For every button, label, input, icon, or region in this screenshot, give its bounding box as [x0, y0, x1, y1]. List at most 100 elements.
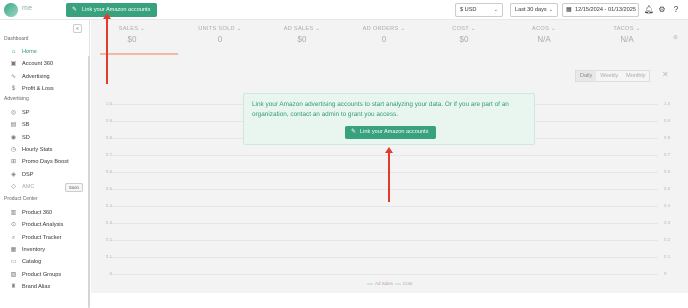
sidebar-section-dashboard: Dashboard: [4, 36, 29, 42]
kpi-active-underline: [100, 53, 178, 55]
bell-icon[interactable]: 🔔︎: [643, 4, 655, 16]
sidebar-item-label: SP: [22, 110, 30, 116]
y-tick-right: 0.8: [664, 135, 671, 140]
chevron-down-icon: ⌄: [548, 7, 553, 13]
sidebar-item-label: Product Groups: [22, 271, 62, 278]
kpi-tacos[interactable]: TACOS ⌄ N/A: [587, 26, 667, 44]
sidebar-item-product-analysis[interactable]: ⊙ Product Analysis: [9, 220, 87, 230]
kpi-label: SALES ⌄: [118, 26, 146, 32]
sidebar-item-inventory[interactable]: ▦ Inventory: [9, 245, 87, 255]
legend-item[interactable]: Cost: [393, 281, 412, 286]
kpi-label: AD ORDERS ⌄: [362, 26, 406, 32]
y-tick-right: 0.3: [664, 220, 671, 225]
kpi-label: TACOS ⌄: [613, 26, 641, 32]
kpi-value: N/A: [620, 35, 634, 44]
sidebar-item-profit-loss[interactable]: $ Profit & Loss: [9, 84, 87, 94]
close-icon[interactable]: ✕: [662, 70, 669, 79]
dollar-icon: $: [11, 85, 16, 92]
link-amazon-accounts-button[interactable]: ✎ Link your Amazon accounts: [66, 3, 157, 17]
kpi-acos[interactable]: ACOS ⌄ N/A: [504, 26, 584, 44]
home-icon: ⌂: [11, 49, 16, 55]
sidebar-item-home[interactable]: ⌂ Home: [9, 47, 87, 57]
account-icon: ▣: [10, 61, 17, 68]
date-picker[interactable]: ▦ 12/15/2024 - 01/13/2025: [562, 3, 639, 17]
sidebar-section-advertising: Advertising: [4, 96, 29, 102]
legend-swatch: [395, 282, 402, 285]
sidebar-item-label: Product 360: [22, 210, 53, 216]
kpi-ad-sales[interactable]: AD SALES ⌄ $0: [262, 26, 342, 44]
overlay-link-amazon-accounts-button[interactable]: ✎ Link your Amazon accounts: [345, 126, 436, 139]
sidebar-item-product-tracker[interactable]: ⌕ Product Tracker: [9, 233, 87, 243]
granularity-daily[interactable]: Daily: [576, 71, 597, 81]
grid-line: [110, 223, 658, 224]
y-tick-right: 0.9: [664, 118, 671, 123]
sidebar-scrollbar[interactable]: [88, 56, 90, 308]
chevron-down-icon: ⌄: [493, 7, 498, 13]
overlay-link-label: Link your Amazon accounts: [360, 129, 429, 135]
legend-item[interactable]: Ad Sales: [365, 281, 393, 286]
date-range-select[interactable]: Last 30 days ⌄: [510, 3, 558, 17]
trend-icon: ∿: [10, 73, 17, 80]
kpi-units-sold[interactable]: UNITS SOLD ⌄ 0: [180, 26, 260, 44]
app-logo[interactable]: [4, 3, 18, 17]
granularity-monthly[interactable]: Monthly: [622, 71, 649, 81]
annotation-arrow-center: [385, 147, 393, 202]
y-tick-left: 0.1: [105, 254, 112, 259]
kpi-value: N/A: [537, 35, 551, 44]
sidebar-item-dsp[interactable]: ◈ DSP: [9, 170, 87, 180]
add-metric-icon[interactable]: ⊕: [673, 34, 678, 41]
grid-line: [110, 257, 658, 258]
help-icon[interactable]: ?: [670, 4, 682, 16]
kpi-label: COST ⌄: [452, 26, 476, 32]
grid-line: [110, 274, 658, 275]
grid-line: [110, 172, 658, 173]
sidebar-item-label: Product Tracker: [22, 234, 62, 241]
kpi-label: AD SALES ⌄: [283, 26, 321, 32]
sidebar-item-catalog[interactable]: ▭ Catalog: [9, 257, 87, 267]
sidebar-item-label: Hourly Stats: [22, 146, 53, 153]
sidebar-item-product-groups[interactable]: ▧ Product Groups: [9, 270, 87, 280]
granularity-weekly[interactable]: Weekly: [596, 71, 622, 81]
sidebar-item-advertising[interactable]: ∿ Advertising: [9, 72, 87, 82]
link-icon: ✎: [72, 7, 78, 13]
grid-line: [110, 189, 658, 190]
sidebar-item-brand-alias[interactable]: ♜ Brand Alias: [9, 282, 87, 292]
clock-icon: ◷: [10, 146, 17, 153]
sidebar-item-account-360[interactable]: ▣ Account 360: [9, 59, 87, 69]
sidebar-item-product-360[interactable]: ▥ Product 360: [9, 208, 87, 218]
collapse-sidebar-button[interactable]: «: [73, 24, 82, 33]
kpi-label: UNITS SOLD ⌄: [198, 26, 242, 32]
sidebar-item-sd[interactable]: ◉ SD: [9, 133, 87, 143]
sp-icon: ◎: [10, 110, 17, 116]
sidebar-item-label: DSP: [22, 171, 34, 178]
y-tick-left: 0.5: [105, 186, 112, 191]
kpi-ad-orders[interactable]: AD ORDERS ⌄ 0: [344, 26, 424, 44]
sidebar-item-sb[interactable]: ▤ SB: [9, 120, 87, 130]
kpi-sales[interactable]: SALES ⌄ $0: [92, 26, 172, 44]
sidebar: « Dashboard ⌂ Home ▣ Account 360 ∿ Advertising…: [0, 20, 90, 308]
catalog-icon: ▭: [10, 259, 17, 266]
link-icon: ✎: [351, 129, 357, 135]
gear-icon[interactable]: ⚙: [656, 4, 668, 16]
sidebar-item-promo-days-boost[interactable]: ⊞ Promo Days Boost: [9, 157, 87, 167]
legend-label: Cost: [403, 281, 413, 286]
kpi-cost[interactable]: COST ⌄ $0: [424, 26, 504, 44]
kpi-value: 0: [381, 35, 387, 44]
sidebar-item-amc[interactable]: ◇ AMC Soon: [9, 182, 87, 192]
sidebar-item-hourly-stats[interactable]: ◷ Hourly Stats: [9, 145, 87, 155]
currency-value: $ USD: [460, 7, 477, 13]
y-tick-right: 0.6: [664, 169, 671, 174]
sidebar-item-label: Promo Days Boost: [22, 159, 69, 166]
inventory-icon: ▦: [10, 246, 17, 253]
y-tick-right: 0.5: [664, 186, 671, 191]
sidebar-item-label: Inventory: [22, 246, 46, 253]
link-amazon-accounts-label: Link your Amazon accounts: [82, 7, 151, 13]
kpi-label: ACOS ⌄: [532, 26, 556, 32]
y-tick-right: 0: [664, 271, 667, 276]
currency-select[interactable]: $ USD ⌄: [455, 3, 503, 17]
grid-line: [110, 240, 658, 241]
date-range-value: Last 30 days: [515, 7, 547, 13]
sb-icon: ▤: [10, 122, 17, 129]
grid-line: [110, 206, 658, 207]
sidebar-item-sp[interactable]: ◎ SP: [9, 108, 87, 118]
